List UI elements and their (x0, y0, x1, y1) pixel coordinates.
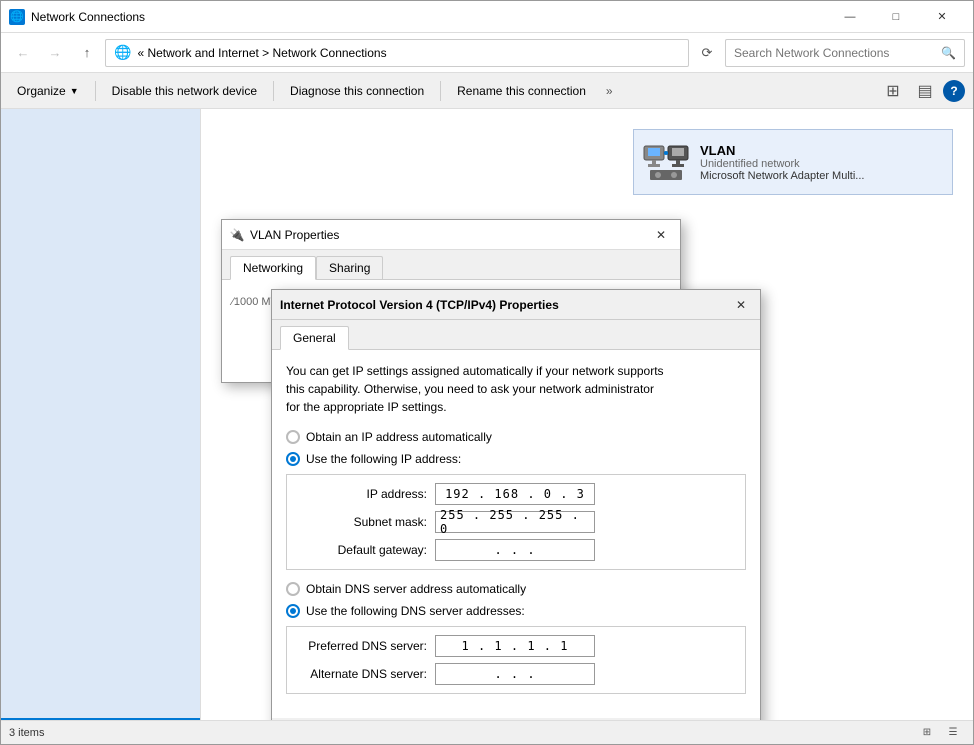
ipv4-title-bar: Internet Protocol Version 4 (TCP/IPv4) P… (272, 290, 760, 320)
preferred-dns-row: Preferred DNS server: 1 . 1 . 1 . 1 (297, 635, 735, 657)
manual-dns-radio-label[interactable]: Use the following DNS server addresses: (286, 604, 746, 618)
title-bar-buttons: — □ ✕ (827, 1, 965, 33)
subnet-mask-label: Subnet mask: (297, 515, 427, 529)
forward-button[interactable]: → (41, 39, 69, 67)
auto-dns-radio[interactable] (286, 582, 300, 596)
detail-view-button[interactable]: ☰ (941, 723, 965, 743)
auto-dns-radio-label[interactable]: Obtain DNS server address automatically (286, 582, 746, 596)
maximize-button[interactable]: □ (873, 1, 919, 33)
network-connection-item[interactable]: VLAN Unidentified network Microsoft Netw… (633, 129, 953, 195)
pane-button[interactable]: ▤ (911, 77, 939, 105)
vlan-tab-networking[interactable]: Networking (230, 256, 316, 280)
rename-button[interactable]: Rename this connection (449, 77, 594, 105)
toolbar-separator-1 (95, 81, 96, 101)
vlan-dialog-icon: 🔌 (230, 228, 244, 242)
toolbar-separator-2 (273, 81, 274, 101)
close-window-button[interactable]: ✕ (919, 1, 965, 33)
alternate-dns-label: Alternate DNS server: (297, 667, 427, 681)
up-button[interactable]: ↑ (73, 39, 101, 67)
help-button[interactable]: ? (943, 80, 965, 102)
disable-network-button[interactable]: Disable this network device (104, 77, 265, 105)
address-path[interactable]: 🌐 « Network and Internet > Network Conne… (105, 39, 689, 67)
alternate-dns-input[interactable]: . . . (435, 663, 595, 685)
vlan-dialog-close-button[interactable]: ✕ (650, 224, 672, 246)
search-icon: 🔍 (941, 46, 956, 60)
status-view-icons: ⊞ ☰ (915, 723, 965, 743)
toolbar: Organize ▼ Disable this network device D… (1, 73, 973, 109)
network-connection-icon (642, 138, 690, 186)
toolbar-separator-3 (440, 81, 441, 101)
title-bar: 🌐 Network Connections — □ ✕ (1, 1, 973, 33)
ipv4-tab-strip: General (272, 320, 760, 350)
preferred-dns-label: Preferred DNS server: (297, 639, 427, 653)
validate-row: Validate settings upon exit Advanced... (272, 718, 760, 720)
status-bar: 3 items ⊞ ☰ (1, 720, 973, 744)
diagnose-button[interactable]: Diagnose this connection (282, 77, 432, 105)
default-gateway-input[interactable]: . . . (435, 539, 595, 561)
minimize-button[interactable]: — (827, 1, 873, 33)
more-options-button[interactable]: » (598, 77, 621, 105)
window-icon: 🌐 (9, 9, 25, 25)
ip-address-row: IP address: 192 . 168 . 0 . 3 (297, 483, 735, 505)
organize-arrow-icon: ▼ (70, 86, 79, 96)
network-status: Unidentified network (700, 158, 944, 170)
network-adapter: Microsoft Network Adapter Multi... (700, 170, 944, 182)
ipv4-description: You can get IP settings assigned automat… (286, 362, 746, 416)
auto-ip-radio-label[interactable]: Obtain an IP address automatically (286, 430, 746, 444)
manual-dns-group: Use the following DNS server addresses: (286, 604, 746, 618)
preferred-dns-input[interactable]: 1 . 1 . 1 . 1 (435, 635, 595, 657)
vlan-dialog-tabs: Networking Sharing (222, 250, 680, 280)
manual-ip-radio-label[interactable]: Use the following IP address: (286, 452, 746, 466)
ipv4-dialog-title: Internet Protocol Version 4 (TCP/IPv4) P… (280, 298, 730, 312)
auto-ip-radio[interactable] (286, 430, 300, 444)
ipv4-dialog-close-button[interactable]: ✕ (730, 294, 752, 316)
list-view-button[interactable]: ⊞ (915, 723, 939, 743)
window-title: Network Connections (31, 10, 827, 24)
address-bar: ← → ↑ 🌐 « Network and Internet > Network… (1, 33, 973, 73)
manual-ip-group: Use the following IP address: (286, 452, 746, 466)
auto-dns-group: Obtain DNS server address automatically (286, 582, 746, 596)
ipv4-tab-general[interactable]: General (280, 326, 349, 350)
main-window: 🌐 Network Connections — □ ✕ ← → ↑ 🌐 « Ne… (0, 0, 974, 745)
items-count: 3 items (9, 727, 915, 739)
manual-dns-radio-dot (290, 608, 296, 614)
view-options-button[interactable]: ⊞ (879, 77, 907, 105)
nav-panel (1, 109, 201, 720)
back-button[interactable]: ← (9, 39, 37, 67)
network-info: VLAN Unidentified network Microsoft Netw… (700, 143, 944, 182)
manual-ip-radio-dot (290, 456, 296, 462)
vlan-tab-sharing[interactable]: Sharing (316, 256, 383, 279)
default-gateway-row: Default gateway: . . . (297, 539, 735, 561)
search-input[interactable] (734, 46, 941, 60)
path-icon: 🌐 (114, 44, 131, 61)
refresh-button[interactable]: ⟳ (693, 39, 721, 67)
manual-ip-radio[interactable] (286, 452, 300, 466)
network-name: VLAN (700, 143, 944, 158)
main-content: VLAN Unidentified network Microsoft Netw… (201, 109, 973, 720)
default-gateway-label: Default gateway: (297, 543, 427, 557)
organize-button[interactable]: Organize ▼ (9, 77, 87, 105)
ip-address-fields: IP address: 192 . 168 . 0 . 3 Subnet mas… (286, 474, 746, 570)
alternate-dns-row: Alternate DNS server: . . . (297, 663, 735, 685)
ipv4-body: You can get IP settings assigned automat… (272, 350, 760, 718)
search-box: 🔍 (725, 39, 965, 67)
subnet-mask-row: Subnet mask: 255 . 255 . 255 . 0 (297, 511, 735, 533)
vlan-dialog-title: VLAN Properties (250, 228, 650, 242)
subnet-mask-input[interactable]: 255 . 255 . 255 . 0 (435, 511, 595, 533)
content-area: VLAN Unidentified network Microsoft Netw… (1, 109, 973, 720)
address-path-text: 🌐 « Network and Internet > Network Conne… (114, 44, 387, 61)
ip-address-input[interactable]: 192 . 168 . 0 . 3 (435, 483, 595, 505)
auto-ip-group: Obtain an IP address automatically (286, 430, 746, 444)
dns-fields: Preferred DNS server: 1 . 1 . 1 . 1 Alte… (286, 626, 746, 694)
ip-address-label: IP address: (297, 487, 427, 501)
vlan-dialog-title-bar: 🔌 VLAN Properties ✕ (222, 220, 680, 250)
ipv4-properties-dialog: Internet Protocol Version 4 (TCP/IPv4) P… (271, 289, 761, 720)
manual-dns-radio[interactable] (286, 604, 300, 618)
